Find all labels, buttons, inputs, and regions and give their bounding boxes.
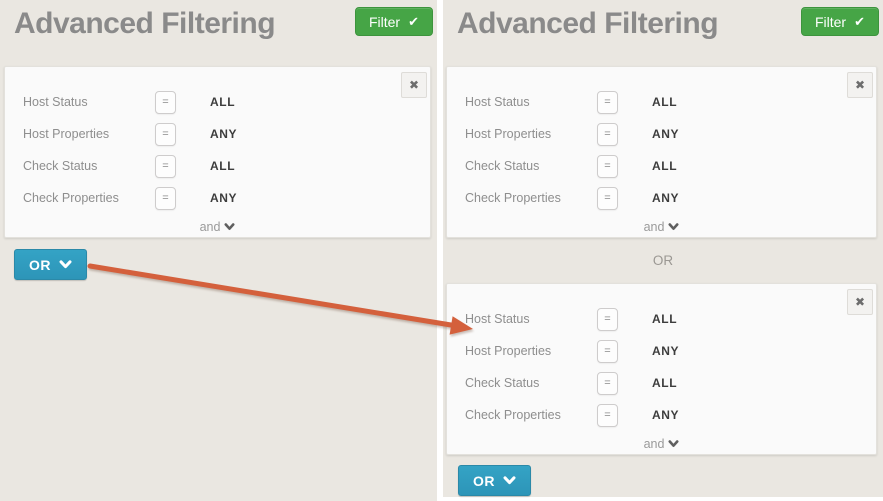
- operator-button[interactable]: =: [155, 187, 176, 210]
- chevron-down-icon: [59, 260, 72, 269]
- check-icon: ✔: [854, 15, 865, 28]
- and-dropdown[interactable]: and: [447, 431, 876, 456]
- filter-row-label: Check Properties: [465, 191, 597, 205]
- filter-value-dropdown[interactable]: ANY: [652, 408, 679, 422]
- filter-value-dropdown[interactable]: ALL: [652, 376, 677, 390]
- operator-button[interactable]: =: [597, 404, 618, 427]
- filter-row-label: Host Properties: [23, 127, 155, 141]
- and-dropdown[interactable]: and: [447, 214, 876, 239]
- page-title: Advanced Filtering: [457, 7, 718, 40]
- panel-header: Advanced Filtering Filter ✔: [443, 0, 883, 66]
- advanced-filtering-screen: Advanced Filtering Filter ✔ ✖ Host Statu…: [0, 0, 883, 501]
- or-button[interactable]: OR: [14, 249, 87, 280]
- filter-value-dropdown[interactable]: ANY: [652, 191, 679, 205]
- filter-group-card: ✖ Host Status = ALL Host Properties = AN…: [446, 283, 877, 455]
- operator-button[interactable]: =: [597, 155, 618, 178]
- and-dropdown-label: and: [644, 220, 665, 234]
- filter-row: Check Properties = ANY: [447, 399, 876, 431]
- filter-row: Host Status = ALL: [447, 303, 876, 335]
- filter-row: Host Properties = ANY: [447, 118, 876, 150]
- filter-value-dropdown[interactable]: ALL: [210, 95, 235, 109]
- panel-header: Advanced Filtering Filter ✔: [0, 0, 437, 66]
- filter-row: Check Status = ALL: [5, 150, 430, 182]
- operator-button[interactable]: =: [597, 308, 618, 331]
- filter-group-card: ✖ Host Status = ALL Host Properties = AN…: [4, 66, 431, 238]
- filter-group-card: ✖ Host Status = ALL Host Properties = AN…: [446, 66, 877, 238]
- filter-button[interactable]: Filter ✔: [801, 7, 879, 36]
- chevron-down-icon: [503, 476, 516, 485]
- left-panel: Advanced Filtering Filter ✔ ✖ Host Statu…: [0, 0, 437, 501]
- filter-value-dropdown[interactable]: ALL: [210, 159, 235, 173]
- filter-value-dropdown[interactable]: ALL: [652, 95, 677, 109]
- close-icon: ✖: [855, 296, 865, 308]
- right-panel: Advanced Filtering Filter ✔ ✖ Host Statu…: [443, 0, 883, 497]
- filter-button-label: Filter: [815, 14, 846, 30]
- filter-row: Host Status = ALL: [5, 86, 430, 118]
- and-dropdown-label: and: [200, 220, 221, 234]
- filter-value-dropdown[interactable]: ALL: [652, 159, 677, 173]
- close-button[interactable]: ✖: [847, 72, 873, 98]
- operator-button[interactable]: =: [597, 123, 618, 146]
- filter-row: Check Status = ALL: [447, 367, 876, 399]
- operator-button[interactable]: =: [155, 155, 176, 178]
- chevron-down-icon: [668, 223, 679, 231]
- filter-button-label: Filter: [369, 14, 400, 30]
- filter-row: Host Properties = ANY: [447, 335, 876, 367]
- filter-row-label: Host Properties: [465, 127, 597, 141]
- filter-row: Host Properties = ANY: [5, 118, 430, 150]
- chevron-down-icon: [668, 440, 679, 448]
- or-separator-label: OR: [443, 238, 883, 283]
- operator-button[interactable]: =: [597, 340, 618, 363]
- filter-row-label: Check Properties: [465, 408, 597, 422]
- page-title: Advanced Filtering: [14, 7, 275, 40]
- filter-row-label: Check Properties: [23, 191, 155, 205]
- operator-button[interactable]: =: [155, 123, 176, 146]
- chevron-down-icon: [224, 223, 235, 231]
- filter-row-label: Host Status: [465, 312, 597, 326]
- filter-row-label: Host Status: [465, 95, 597, 109]
- filter-row-label: Host Status: [23, 95, 155, 109]
- and-dropdown[interactable]: and: [5, 214, 430, 239]
- operator-button[interactable]: =: [597, 372, 618, 395]
- filter-row-label: Check Status: [465, 376, 597, 390]
- close-button[interactable]: ✖: [847, 289, 873, 315]
- or-button-label: OR: [473, 473, 495, 489]
- filter-value-dropdown[interactable]: ANY: [210, 191, 237, 205]
- operator-button[interactable]: =: [597, 187, 618, 210]
- and-dropdown-label: and: [644, 437, 665, 451]
- filter-value-dropdown[interactable]: ANY: [652, 127, 679, 141]
- close-icon: ✖: [855, 79, 865, 91]
- filter-value-dropdown[interactable]: ANY: [652, 344, 679, 358]
- close-button[interactable]: ✖: [401, 72, 427, 98]
- filter-row-label: Host Properties: [465, 344, 597, 358]
- filter-row: Check Properties = ANY: [5, 182, 430, 214]
- filter-value-dropdown[interactable]: ALL: [652, 312, 677, 326]
- operator-button[interactable]: =: [155, 91, 176, 114]
- filter-row-label: Check Status: [465, 159, 597, 173]
- operator-button[interactable]: =: [597, 91, 618, 114]
- check-icon: ✔: [408, 15, 419, 28]
- filter-row: Check Properties = ANY: [447, 182, 876, 214]
- or-button-label: OR: [29, 257, 51, 273]
- filter-button[interactable]: Filter ✔: [355, 7, 433, 36]
- filter-value-dropdown[interactable]: ANY: [210, 127, 237, 141]
- filter-row: Check Status = ALL: [447, 150, 876, 182]
- filter-row: Host Status = ALL: [447, 86, 876, 118]
- filter-row-label: Check Status: [23, 159, 155, 173]
- close-icon: ✖: [409, 79, 419, 91]
- or-button[interactable]: OR: [458, 465, 531, 496]
